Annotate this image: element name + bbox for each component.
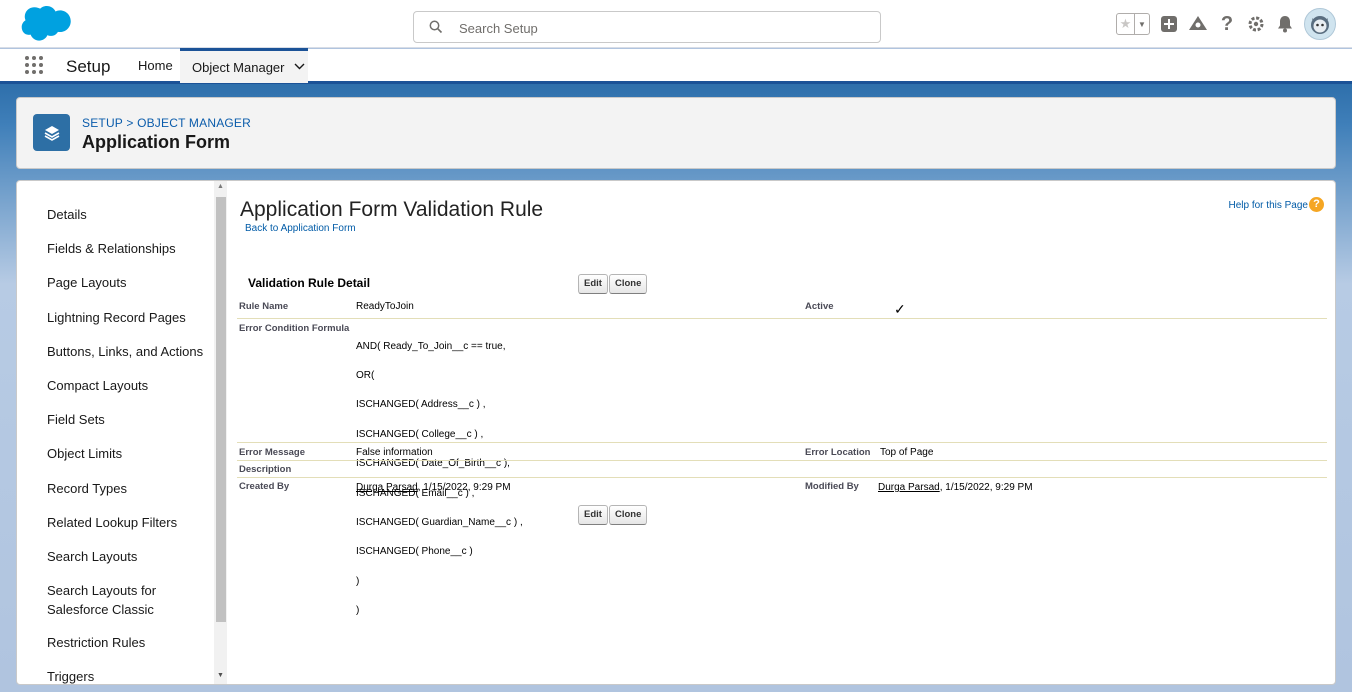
created-by-date: , 1/15/2022, 9:29 PM xyxy=(417,482,511,493)
gear-icon[interactable] xyxy=(1246,14,1266,34)
main-card: Details Fields & Relationships Page Layo… xyxy=(16,180,1336,685)
favorites-group: ★ ▼ xyxy=(1116,13,1150,35)
layers-icon xyxy=(33,114,70,151)
favorites-dropdown-icon[interactable]: ▼ xyxy=(1134,14,1149,34)
help-icon[interactable]: ? xyxy=(1217,13,1237,35)
clone-button-top[interactable]: Clone xyxy=(609,274,648,294)
sidebar-item-fields-relationships[interactable]: Fields & Relationships xyxy=(47,239,176,258)
sidebar-item-object-limits[interactable]: Object Limits xyxy=(47,444,122,463)
created-by-user-link[interactable]: Durga Parsad xyxy=(356,482,418,493)
formula-value: AND( Ready_To_Join__c == true, OR( ISCHA… xyxy=(356,322,523,636)
clone-button-bottom[interactable]: Clone xyxy=(609,505,648,525)
modified-by-label: Modified By xyxy=(805,481,859,492)
back-link[interactable]: Back to Application Form xyxy=(245,223,356,234)
app-nav-bar: Setup Home Object Manager xyxy=(0,48,1352,84)
created-by-label: Created By xyxy=(239,481,290,492)
tab-object-manager-label: Object Manager xyxy=(192,59,285,75)
row-divider xyxy=(237,442,1327,443)
favorite-star-icon[interactable]: ★ xyxy=(1117,14,1134,34)
active-label: Active xyxy=(805,301,834,312)
sidebar-item-compact-layouts[interactable]: Compact Layouts xyxy=(47,376,148,395)
formula-line: ) xyxy=(356,605,360,617)
description-label: Description xyxy=(239,464,292,475)
object-header: SETUP > OBJECT MANAGER Application Form xyxy=(16,97,1336,169)
formula-line: AND( Ready_To_Join__c == true, xyxy=(356,340,506,352)
modified-by-user-link[interactable]: Durga Parsad xyxy=(878,482,940,493)
breadcrumb[interactable]: SETUP > OBJECT MANAGER xyxy=(82,116,251,130)
modified-by-date: , 1/15/2022, 9:29 PM xyxy=(939,482,1033,493)
edit-button-top[interactable]: Edit xyxy=(578,274,608,294)
detail-content: Application Form Validation Rule Back to… xyxy=(229,181,1335,684)
formula-line: ISCHANGED( Guardian_Name__c ) , xyxy=(356,516,523,528)
header-icons: ★ ▼ ? xyxy=(1116,8,1336,40)
formula-line: ISCHANGED( Address__c ) , xyxy=(356,399,486,411)
row-divider xyxy=(237,318,1327,319)
sidebar-item-search-layouts[interactable]: Search Layouts xyxy=(47,547,137,566)
chevron-down-icon[interactable] xyxy=(294,62,305,73)
tab-object-manager[interactable]: Object Manager xyxy=(180,48,308,83)
tab-home-label: Home xyxy=(138,58,173,73)
rule-page-title: Application Form Validation Rule xyxy=(240,198,544,221)
error-message-value: False information xyxy=(356,447,433,458)
section-title: Validation Rule Detail xyxy=(248,276,371,290)
help-question-icon[interactable]: ? xyxy=(1309,197,1324,212)
sidebar-item-buttons-links-actions[interactable]: Buttons, Links, and Actions xyxy=(47,342,203,361)
app-launcher-icon[interactable] xyxy=(25,56,45,76)
error-message-label: Error Message xyxy=(239,447,306,458)
sidebar-item-triggers[interactable]: Triggers xyxy=(47,667,94,684)
search-input[interactable] xyxy=(459,18,859,38)
scroll-down-icon[interactable]: ▼ xyxy=(214,672,227,684)
sidebar: Details Fields & Relationships Page Layo… xyxy=(17,181,229,684)
formula-line: ) xyxy=(356,575,360,587)
salesforce-logo[interactable] xyxy=(20,6,72,47)
rule-name-value: ReadyToJoin xyxy=(356,301,414,312)
row-divider xyxy=(237,460,1327,461)
sidebar-item-search-layouts-classic[interactable]: Search Layouts for Salesforce Classic xyxy=(47,581,187,619)
scroll-thumb[interactable] xyxy=(216,197,226,622)
sidebar-item-restriction-rules[interactable]: Restriction Rules xyxy=(47,633,145,652)
scroll-up-icon[interactable]: ▲ xyxy=(214,183,227,195)
created-by-value: Durga Parsad, 1/15/2022, 9:29 PM xyxy=(356,482,511,493)
sidebar-item-related-lookup-filters[interactable]: Related Lookup Filters xyxy=(47,513,177,532)
search-box[interactable] xyxy=(413,11,881,43)
sidebar-item-lightning-record-pages[interactable]: Lightning Record Pages xyxy=(47,308,186,327)
sidebar-item-page-layouts[interactable]: Page Layouts xyxy=(47,273,127,292)
formula-line: OR( xyxy=(356,369,375,381)
modified-by-value: Durga Parsad, 1/15/2022, 9:29 PM xyxy=(878,482,1033,493)
formula-line: ISCHANGED( College__c ) , xyxy=(356,428,484,440)
sidebar-item-details[interactable]: Details xyxy=(47,205,87,224)
formula-line: ISCHANGED( Phone__c ) xyxy=(356,546,473,558)
edit-button-bottom[interactable]: Edit xyxy=(578,505,608,525)
rule-name-label: Rule Name xyxy=(239,301,289,312)
app-name: Setup xyxy=(66,57,111,76)
row-divider xyxy=(237,477,1327,478)
tab-home[interactable]: Home xyxy=(131,49,180,82)
global-actions-icon[interactable] xyxy=(1159,14,1179,34)
active-checkmark-icon: ✓ xyxy=(894,301,906,317)
bell-icon[interactable] xyxy=(1275,14,1295,34)
formula-label: Error Condition Formula xyxy=(239,323,350,334)
error-location-label: Error Location xyxy=(805,447,871,458)
search-icon xyxy=(429,20,443,39)
error-location-value: Top of Page xyxy=(880,447,934,458)
sidebar-item-field-sets[interactable]: Field Sets xyxy=(47,410,105,429)
trailhead-icon[interactable] xyxy=(1188,14,1208,34)
global-header: ★ ▼ ? xyxy=(0,0,1352,48)
sidebar-item-record-types[interactable]: Record Types xyxy=(47,479,127,498)
help-link[interactable]: Help for this Page xyxy=(1229,200,1309,211)
page-title: Application Form xyxy=(82,132,230,152)
sidebar-scrollbar[interactable]: ▲ ▼ xyxy=(214,181,227,684)
user-avatar[interactable] xyxy=(1304,8,1336,40)
